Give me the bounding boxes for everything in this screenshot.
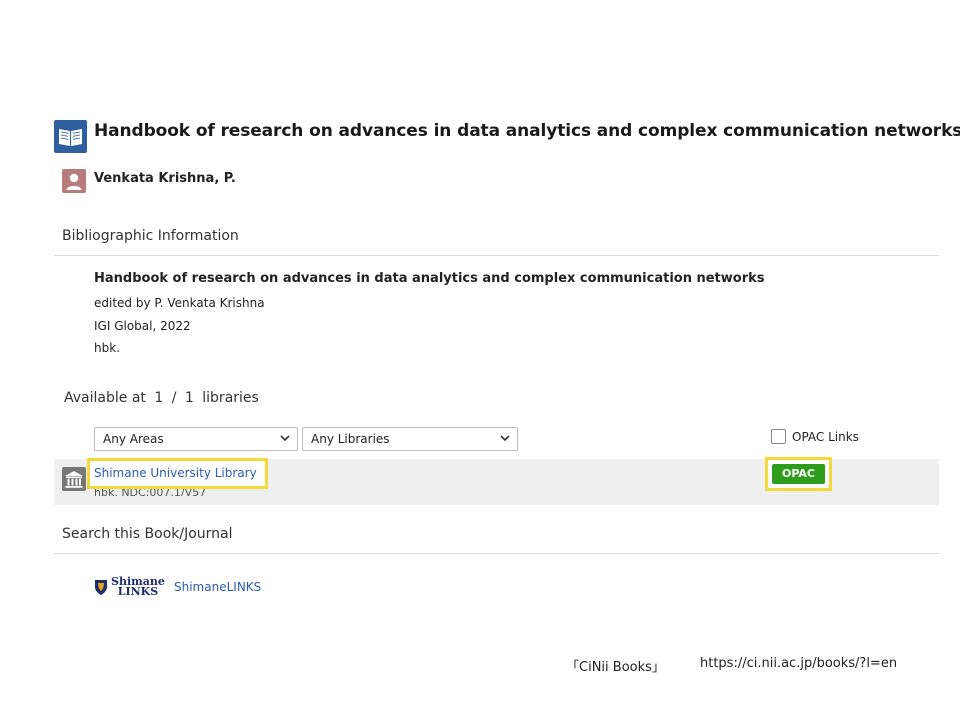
logo-wordmark: Shimane LINKS [111, 576, 165, 598]
opac-links-label: OPAC Links [792, 429, 859, 444]
availability-prefix: Available at [64, 390, 146, 406]
search-heading: Search this Book/Journal [62, 526, 233, 542]
shimane-links-emblem-icon [95, 580, 107, 595]
shimane-links-logo[interactable]: Shimane LINKS [94, 576, 165, 598]
opac-links-toggle[interactable]: OPAC Links [771, 429, 859, 444]
author-name[interactable]: Venkata Krishna, P. [94, 171, 236, 186]
opac-button[interactable]: OPAC [772, 464, 825, 484]
libraries-select[interactable]: Any Libraries [302, 427, 518, 451]
bibliographic-title: Handbook of research on advances in data… [94, 271, 765, 286]
availability-summary: Available at 1 / 1 libraries [62, 390, 261, 406]
availability-separator: / [171, 390, 177, 406]
record-title: Handbook of research on advances in data… [94, 121, 960, 141]
chevron-down-icon [500, 435, 510, 442]
logo-line-2: LINKS [117, 585, 159, 598]
areas-select-value: Any Areas [103, 432, 164, 446]
person-icon [62, 169, 86, 193]
bibliographic-divider [54, 255, 939, 256]
library-name-link[interactable]: Shimane University Library [94, 466, 257, 480]
footer-url: https://ci.nii.ac.jp/books/?l=en [700, 656, 898, 671]
opac-links-checkbox[interactable] [771, 429, 786, 444]
footer-source: 「CiNii Books」 [566, 660, 665, 675]
chevron-down-icon [280, 435, 290, 442]
libraries-select-value: Any Libraries [311, 432, 390, 446]
library-building-icon [62, 467, 86, 491]
bibliographic-block: Handbook of research on advances in data… [94, 270, 765, 360]
availability-total: 1 [184, 390, 194, 406]
bibliographic-publisher: IGI Global, 2022 [94, 318, 191, 333]
bibliographic-statement: edited by P. Venkata Krishna [94, 296, 265, 310]
availability-count: 1 [154, 390, 164, 406]
shimane-links-link[interactable]: ShimaneLINKS [174, 580, 261, 594]
bibliographic-heading: Bibliographic Information [62, 228, 239, 244]
availability-suffix: libraries [202, 390, 259, 406]
bibliographic-format: hbk. [94, 341, 120, 355]
areas-select[interactable]: Any Areas [94, 427, 298, 451]
book-icon [54, 120, 87, 153]
search-divider [54, 553, 939, 554]
